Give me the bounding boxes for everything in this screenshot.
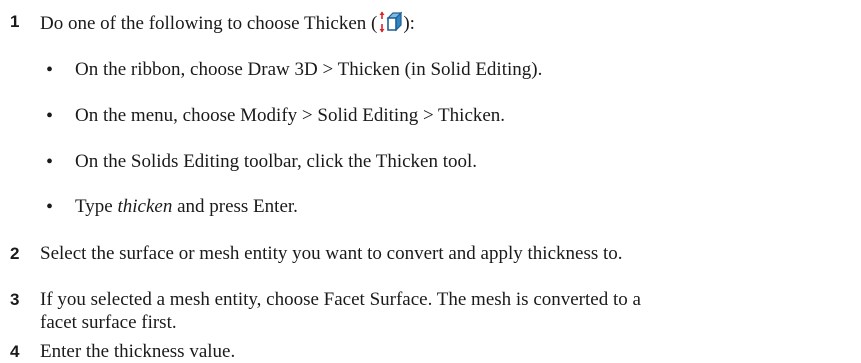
step-3-text-line1: If you selected a mesh entity, choose Fa…: [40, 289, 641, 310]
step-1-text: Do one of the following to choose Thicke…: [40, 11, 415, 35]
instruction-steps: 1 Do one of the following to choose Thic…: [0, 0, 861, 362]
thicken-icon: [379, 11, 403, 33]
option-menu: On the menu, choose Modify > Solid Editi…: [75, 105, 506, 126]
step-4-number: 4: [10, 342, 20, 361]
bullet-4: •: [46, 196, 54, 218]
command-name: thicken: [117, 196, 173, 217]
step-4-text: Enter the thickness value.: [40, 341, 236, 362]
step-3-number: 3: [10, 290, 20, 309]
step-1-text-after: ):: [403, 13, 415, 34]
step-1-text-before: Do one of the following to choose Thicke…: [40, 13, 378, 34]
step-2-number: 2: [10, 244, 20, 263]
bullet-3: •: [46, 151, 54, 173]
option-type-command: Type thicken and press Enter.: [75, 196, 298, 218]
option-ribbon: On the ribbon, choose Draw 3D > Thicken …: [75, 59, 543, 80]
step-1-number: 1: [10, 12, 20, 31]
step-3-text-line2: facet surface first.: [40, 312, 177, 333]
bullet-2: •: [46, 105, 54, 127]
option-type-suffix: and press Enter.: [172, 196, 298, 217]
bullet-1: •: [46, 59, 54, 81]
option-toolbar: On the Solids Editing toolbar, click the…: [75, 151, 478, 172]
step-2-text: Select the surface or mesh entity you wa…: [40, 243, 623, 264]
option-type-prefix: Type: [75, 196, 118, 217]
